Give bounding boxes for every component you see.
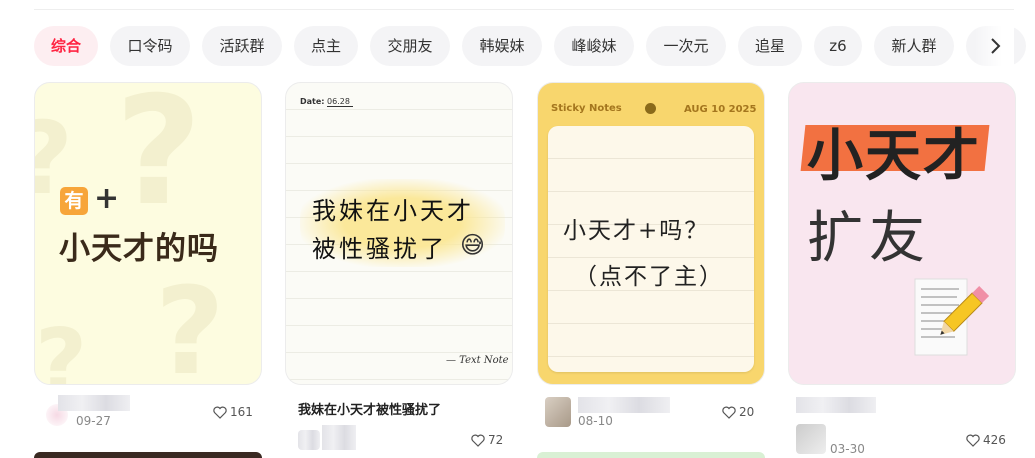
like-count: 72 (488, 433, 504, 447)
tag-first-dimension[interactable]: 一次元 (646, 26, 726, 66)
chevron-right-icon[interactable] (975, 26, 1015, 66)
author-name[interactable] (322, 425, 356, 450)
like-button[interactable]: 72 (471, 433, 503, 447)
like-button[interactable]: 20 (722, 405, 754, 419)
date-value: 06.28 (327, 97, 353, 107)
card-headline: 小天才的吗 (59, 231, 219, 267)
author-name[interactable] (58, 395, 130, 411)
tag-dianzhu[interactable]: 点主 (294, 26, 358, 66)
svg-text:?: ? (155, 263, 225, 385)
avatar[interactable] (298, 430, 320, 450)
tag-code[interactable]: 口令码 (110, 26, 190, 66)
note-card[interactable]: Date: 06.28 我妹在小天才 被性骚扰了 😅 — Text Note (285, 82, 513, 385)
author-name[interactable] (796, 397, 876, 413)
post-date: 09-27 (76, 414, 111, 428)
tag-all[interactable]: 综合 (34, 26, 98, 66)
avatar[interactable] (545, 397, 571, 427)
plus-sign: + (94, 181, 120, 216)
svg-text:?: ? (115, 83, 202, 239)
tag-active-group[interactable]: 活跃群 (202, 26, 282, 66)
badge-icon: 有 (60, 187, 88, 215)
note-paper (548, 126, 754, 372)
tag-z6[interactable]: z6 (814, 26, 862, 66)
sticky-header-left: Sticky Notes (551, 103, 622, 114)
pin-icon (645, 103, 656, 114)
note-card[interactable]: ? ? ? ? 有 + 小天才的吗 (34, 82, 262, 385)
avatar[interactable] (796, 424, 826, 454)
like-button[interactable]: 161 (213, 405, 253, 419)
note-line-1: 我妹在小天才 (312, 197, 474, 225)
note-card[interactable]: Sticky Notes AUG 10 2025 小天才+吗？ （点不了主） (537, 82, 765, 385)
card-title[interactable]: 我妹在小天才被性骚扰了 (298, 399, 441, 418)
svg-text:?: ? (35, 310, 87, 385)
post-date: 03-30 (830, 442, 865, 456)
heart-outline-icon (722, 406, 736, 419)
tag-new-group[interactable]: 新人群 (874, 26, 954, 66)
sweat-smile-icon: 😅 (460, 231, 486, 259)
note-footer: — Text Note (446, 355, 509, 366)
note-line-2: 扩友 (807, 206, 931, 271)
divider (34, 9, 1014, 10)
heart-outline-icon (966, 434, 980, 447)
like-count: 426 (983, 433, 1006, 447)
next-card-peek[interactable] (537, 452, 765, 458)
note-line-2: 被性骚扰了 (312, 235, 447, 263)
note-card[interactable]: 小天才 扩友 (788, 82, 1016, 385)
like-button[interactable]: 426 (966, 433, 1006, 447)
tag-kpop[interactable]: 韩娱妹 (462, 26, 542, 66)
next-card-peek[interactable] (34, 452, 262, 458)
tag-bar: 综合 口令码 活跃群 点主 交朋友 韩娱妹 峰峻妹 一次元 追星 z6 新人群 (34, 26, 1035, 66)
author-name[interactable] (578, 397, 670, 413)
tag-friends[interactable]: 交朋友 (370, 26, 450, 66)
post-date: 08-10 (578, 414, 613, 428)
tag-idol[interactable]: 追星 (738, 26, 802, 66)
tag-fengjun[interactable]: 峰峻妹 (554, 26, 634, 66)
date-label: Date: (300, 97, 325, 106)
heart-outline-icon (471, 434, 485, 447)
note-line-1: 小天才 (807, 124, 981, 189)
note-line-2: （点不了主） (574, 264, 724, 290)
heart-outline-icon (213, 406, 227, 419)
pencil-paper-icon (914, 278, 989, 356)
like-count: 161 (230, 405, 253, 419)
like-count: 20 (739, 405, 755, 419)
note-line-1: 小天才+吗？ (563, 218, 710, 244)
sticky-header-right: AUG 10 2025 (684, 104, 757, 115)
